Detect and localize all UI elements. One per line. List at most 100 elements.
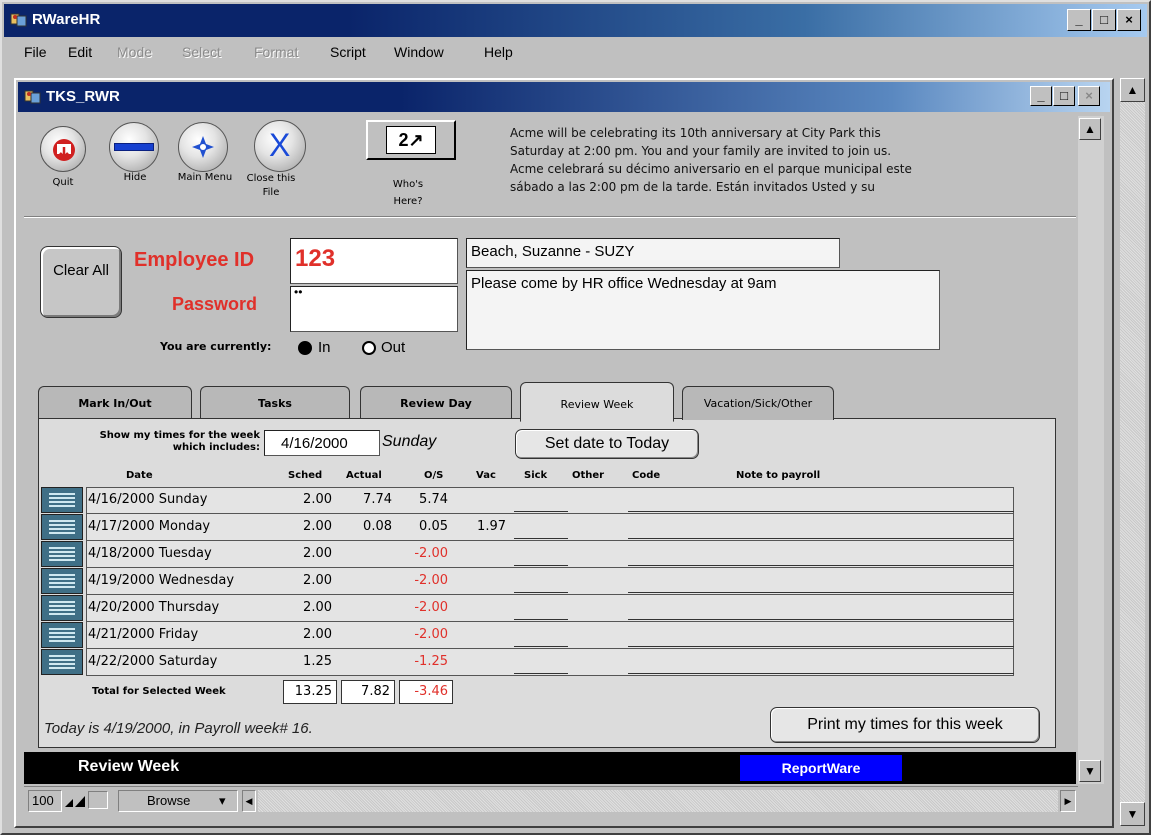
row-os: -2.00 <box>414 573 448 588</box>
layout-scrollbar[interactable]: ▲ ▼ <box>1078 116 1104 784</box>
row-sick-field[interactable] <box>514 565 568 566</box>
row-sched: 2.00 <box>303 546 332 561</box>
hscroll-right-icon[interactable]: ▶ <box>1060 790 1076 812</box>
col-date: Date <box>126 470 153 481</box>
menu-file[interactable]: File <box>24 44 47 60</box>
announcement-line: Saturday at 2:00 pm. You and your family… <box>510 144 892 158</box>
row-note-field[interactable] <box>628 673 1014 674</box>
scroll-down-icon[interactable]: ▼ <box>1120 802 1145 826</box>
row-note-field[interactable] <box>628 646 1014 647</box>
row-sick-field[interactable] <box>514 673 568 674</box>
document-titlebar: TKS_RWR _ □ × <box>18 82 1110 112</box>
scroll-up-icon[interactable]: ▲ <box>1120 78 1145 102</box>
layout-scroll-down-icon[interactable]: ▼ <box>1079 760 1101 782</box>
table-row[interactable] <box>86 649 1014 676</box>
table-row[interactable] <box>86 541 1014 568</box>
row-note-field[interactable] <box>628 565 1014 566</box>
tab-tasks[interactable]: Tasks <box>200 386 350 420</box>
table-row[interactable] <box>86 514 1014 541</box>
zoom-out-icon[interactable] <box>64 793 86 809</box>
calendar-icon[interactable] <box>41 514 83 540</box>
close-file-button[interactable]: X <box>254 120 306 172</box>
employee-id-label: Employee ID <box>134 249 255 271</box>
hscroll-track[interactable] <box>258 790 1058 812</box>
doc-close-button[interactable]: × <box>1078 86 1100 106</box>
radio-out[interactable] <box>362 341 376 355</box>
hide-button[interactable] <box>109 122 159 172</box>
today-text: Today is 4/19/2000, in Payroll week# 16. <box>44 720 313 737</box>
row-sick-field[interactable] <box>514 538 568 539</box>
row-note-field[interactable] <box>628 619 1014 620</box>
set-date-today-button[interactable]: Set date to Today <box>515 429 699 459</box>
calendar-icon[interactable] <box>41 487 83 513</box>
status-left: Review Week <box>78 758 180 775</box>
hscroll-left-icon[interactable]: ◀ <box>242 790 256 812</box>
calendar-icon[interactable] <box>41 568 83 594</box>
print-week-button[interactable]: Print my times for this week <box>770 707 1040 743</box>
whos-here-button[interactable]: 2↗ <box>366 120 456 160</box>
row-sick-field[interactable] <box>514 646 568 647</box>
mode-select[interactable]: Browse ▾ <box>118 790 238 812</box>
menu-format: Format <box>254 44 299 60</box>
table-row[interactable] <box>86 622 1014 649</box>
password-field[interactable]: •• <box>290 285 458 332</box>
calendar-icon[interactable] <box>41 541 83 567</box>
row-note-field[interactable] <box>628 511 1014 512</box>
close-button[interactable]: × <box>1117 9 1141 31</box>
calendar-icon[interactable] <box>41 649 83 675</box>
row-note-field[interactable] <box>628 592 1014 593</box>
tab-review-week[interactable]: Review Week <box>520 382 674 422</box>
layout-scroll-up-icon[interactable]: ▲ <box>1079 118 1101 140</box>
menu-edit[interactable]: Edit <box>68 44 92 60</box>
row-sick-field[interactable] <box>514 592 568 593</box>
close-file-label: Close this File <box>246 173 296 198</box>
app-titlebar: RWareHR _ □ × <box>4 4 1147 37</box>
employee-name-field: Beach, Suzanne - SUZY <box>466 238 840 268</box>
maximize-button[interactable]: □ <box>1092 9 1116 31</box>
quit-button[interactable] <box>40 126 86 172</box>
row-sick-field[interactable] <box>514 511 568 512</box>
doc-minimize-button[interactable]: _ <box>1030 86 1052 106</box>
row-sick-field[interactable] <box>514 619 568 620</box>
row-sched: 2.00 <box>303 492 332 507</box>
radio-in[interactable] <box>298 341 312 355</box>
calendar-icon[interactable] <box>41 622 83 648</box>
app-title: RWareHR <box>32 11 101 28</box>
compass-icon <box>192 136 214 158</box>
tab-mark-in-out[interactable]: Mark In/Out <box>38 386 192 420</box>
tab-review-day[interactable]: Review Day <box>360 386 512 420</box>
table-row[interactable] <box>86 595 1014 622</box>
scroll-track[interactable] <box>1120 102 1145 802</box>
employee-id-field[interactable]: 123 <box>290 238 458 284</box>
quit-label: Quit <box>52 177 74 188</box>
minimize-button[interactable]: _ <box>1067 9 1091 31</box>
calendar-icon[interactable] <box>41 595 83 621</box>
status-area-toggle-icon[interactable] <box>88 791 108 809</box>
week-date-input[interactable]: 4/16/2000 <box>264 430 380 456</box>
row-os: 5.74 <box>419 492 448 507</box>
row-note-field[interactable] <box>628 538 1014 539</box>
mdi-scrollbar[interactable]: ▲ ▼ <box>1120 78 1145 826</box>
document-title: TKS_RWR <box>46 88 120 105</box>
hide-label: Hide <box>123 172 147 183</box>
row-sched: 2.00 <box>303 627 332 642</box>
menu-script[interactable]: Script <box>330 44 366 60</box>
row-os: -1.25 <box>414 654 448 669</box>
whos-here-icon: 2↗ <box>386 126 436 154</box>
row-date: 4/20/2000 Thursday <box>88 600 220 615</box>
employee-name: Beach, Suzanne - SUZY <box>471 243 635 260</box>
menu-window[interactable]: Window <box>394 44 444 60</box>
document-icon <box>24 88 42 110</box>
table-row[interactable] <box>86 487 1014 514</box>
menu-help[interactable]: Help <box>484 44 513 60</box>
col-other: Other <box>572 470 605 481</box>
row-os: -2.00 <box>414 600 448 615</box>
clear-all-button[interactable]: Clear All <box>40 246 122 318</box>
zoom-level[interactable]: 100 <box>28 790 62 812</box>
doc-maximize-button[interactable]: □ <box>1053 86 1075 106</box>
main-menu-button[interactable] <box>178 122 228 172</box>
row-sched: 2.00 <box>303 573 332 588</box>
row-os: -2.00 <box>414 627 448 642</box>
whos-here-label: Who's Here? <box>392 179 424 207</box>
tab-vacation-sick-other[interactable]: Vacation/Sick/Other <box>682 386 834 420</box>
